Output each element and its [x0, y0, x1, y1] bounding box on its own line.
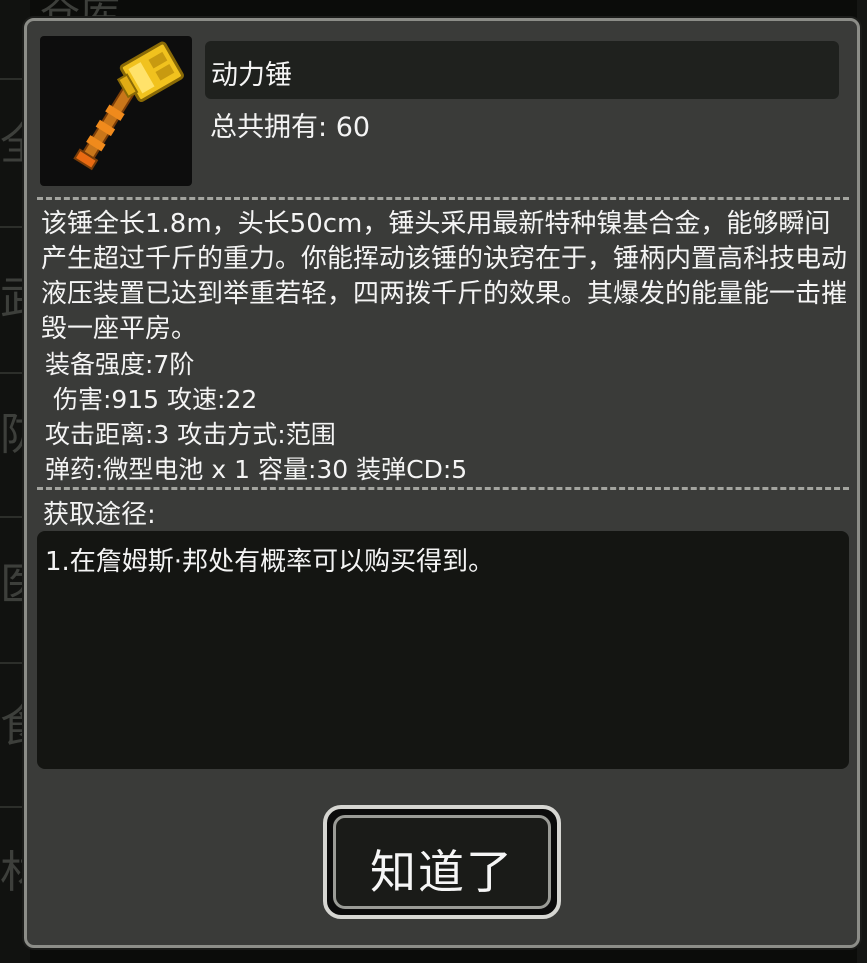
- obtain-text: 1.在詹姆斯·邦处有概率可以购买得到。: [45, 547, 495, 577]
- item-detail-dialog: 动力锤 总共拥有: 60 该锤全长1.8m，头长50cm，锤头采用最新特种镍基合…: [24, 18, 860, 948]
- dashed-divider: [37, 197, 849, 200]
- stat-damage-speed: 伤害:915 攻速:22: [45, 385, 258, 414]
- stat-equip-level: 装备强度:7阶: [45, 350, 195, 379]
- stat-ammo: 弹药:微型电池 x 1 容量:30 装弹CD:5: [45, 455, 468, 484]
- ok-button[interactable]: 知道了: [323, 805, 561, 919]
- ok-button-label: 知道了: [370, 845, 514, 899]
- owned-count: 60: [335, 112, 371, 143]
- stat-range-mode: 攻击距离:3 攻击方式:范围: [45, 420, 336, 449]
- obtain-box[interactable]: 1.在詹姆斯·邦处有概率可以购买得到。: [37, 531, 849, 769]
- owned-label: 总共拥有:: [210, 112, 328, 143]
- dashed-divider: [37, 487, 849, 490]
- item-name-box: 动力锤: [205, 41, 839, 99]
- obtain-label: 获取途径:: [43, 500, 156, 530]
- ok-button-inner: 知道了: [333, 815, 551, 909]
- item-description: 该锤全长1.8m，头长50cm，锤头采用最新特种镍基合金，能够瞬间产生超过千斤的…: [41, 209, 848, 344]
- power-hammer-icon: [73, 41, 184, 171]
- item-stats: 装备强度:7阶 伤害:915 攻速:22 攻击距离:3 攻击方式:范围 弹药:微…: [45, 347, 467, 487]
- item-icon-frame: [40, 36, 192, 186]
- item-name: 动力锤: [211, 60, 292, 91]
- owned-count-row: 总共拥有: 60: [210, 105, 370, 144]
